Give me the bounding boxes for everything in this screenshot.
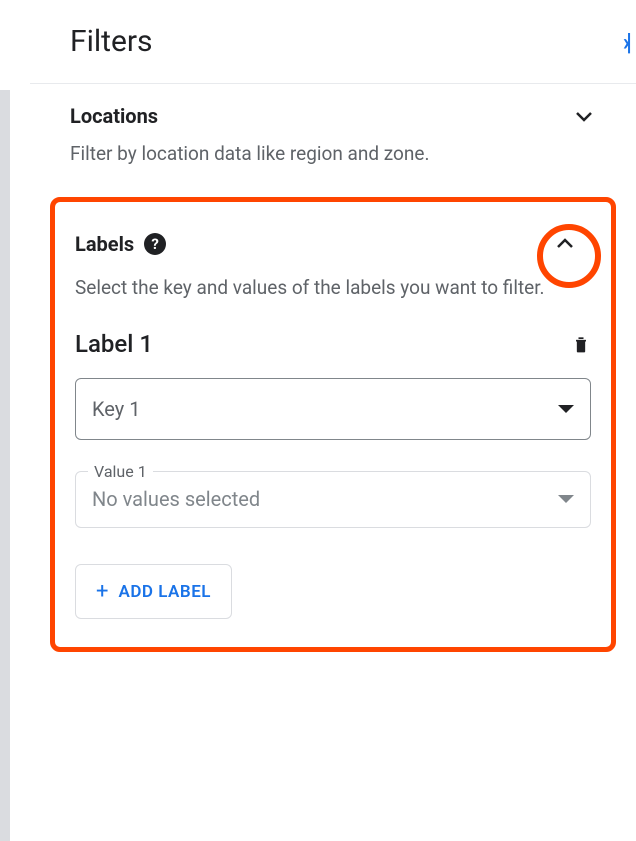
panel-title: Filters (70, 24, 153, 59)
collapse-panel-icon[interactable]: ›| (623, 28, 628, 56)
add-label-text: ADD LABEL (118, 582, 210, 602)
key-select[interactable]: Key 1 (75, 378, 591, 440)
highlight-circle-annotation (537, 224, 601, 288)
label-item-name: Label 1 (75, 330, 153, 358)
labels-description: Select the key and values of the labels … (75, 274, 591, 303)
delete-icon[interactable] (571, 332, 591, 356)
label-item-header: Label 1 (75, 330, 591, 358)
locations-header[interactable]: Locations (70, 104, 596, 128)
labels-section-highlight: Labels ? Select the key and values of th… (50, 197, 616, 653)
locations-description: Filter by location data like region and … (70, 140, 596, 169)
locations-section: Locations Filter by location data like r… (30, 84, 636, 189)
locations-title: Locations (70, 104, 158, 128)
labels-title-text: Labels (75, 232, 134, 256)
add-label-button[interactable]: + ADD LABEL (75, 564, 232, 619)
labels-header[interactable]: Labels ? (75, 232, 591, 256)
help-icon[interactable]: ? (144, 233, 166, 255)
dropdown-arrow-icon (558, 495, 574, 503)
chevron-down-icon (572, 104, 596, 128)
filters-header: Filters ›| (30, 0, 636, 84)
labels-title: Labels ? (75, 232, 166, 256)
value-select[interactable]: Value 1 No values selected (75, 462, 591, 528)
key-select-value: Key 1 (92, 397, 140, 421)
value-select-placeholder: No values selected (92, 487, 260, 511)
plus-icon: + (96, 579, 108, 604)
dropdown-arrow-icon (558, 405, 574, 413)
value-select-legend: Value 1 (88, 462, 153, 481)
